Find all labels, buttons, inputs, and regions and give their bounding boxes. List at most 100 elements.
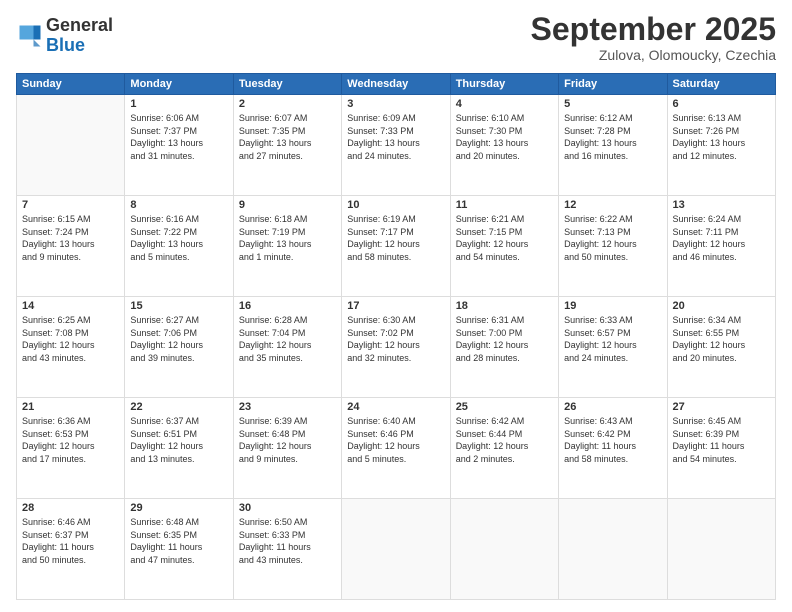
day-number: 3 <box>347 98 444 110</box>
title-block: September 2025 Zulova, Olomoucky, Czechi… <box>531 12 776 63</box>
day-number: 23 <box>239 401 336 413</box>
day-number: 21 <box>22 401 119 413</box>
calendar-cell: 8 Sunrise: 6:16 AM Sunset: 7:22 PM Daylig… <box>125 196 233 297</box>
day-info: Sunrise: 6:16 AM Sunset: 7:22 PM Dayligh… <box>130 213 227 263</box>
logo-blue-text: Blue <box>46 35 85 55</box>
calendar-table: SundayMondayTuesdayWednesdayThursdayFrid… <box>16 73 776 600</box>
calendar-cell: 22 Sunrise: 6:37 AM Sunset: 6:51 PM Dayli… <box>125 398 233 499</box>
calendar-cell: 3 Sunrise: 6:09 AM Sunset: 7:33 PM Daylig… <box>342 95 450 196</box>
logo: General Blue <box>16 16 113 56</box>
day-number: 8 <box>130 199 227 211</box>
calendar-cell: 19 Sunrise: 6:33 AM Sunset: 6:57 PM Dayli… <box>559 297 667 398</box>
calendar-cell: 30 Sunrise: 6:50 AM Sunset: 6:33 PM Dayli… <box>233 499 341 600</box>
day-info: Sunrise: 6:42 AM Sunset: 6:44 PM Dayligh… <box>456 415 553 465</box>
weekday-header-monday: Monday <box>125 74 233 95</box>
calendar-cell: 10 Sunrise: 6:19 AM Sunset: 7:17 PM Dayli… <box>342 196 450 297</box>
day-number: 4 <box>456 98 553 110</box>
day-number: 15 <box>130 300 227 312</box>
day-number: 12 <box>564 199 661 211</box>
day-info: Sunrise: 6:06 AM Sunset: 7:37 PM Dayligh… <box>130 112 227 162</box>
calendar-cell: 14Sunrise: 6:25 AM Sunset: 7:08 PM Dayli… <box>17 297 125 398</box>
day-info: Sunrise: 6:19 AM Sunset: 7:17 PM Dayligh… <box>347 213 444 263</box>
day-info: Sunrise: 6:30 AM Sunset: 7:02 PM Dayligh… <box>347 314 444 364</box>
calendar-week-3: 14Sunrise: 6:25 AM Sunset: 7:08 PM Dayli… <box>17 297 776 398</box>
day-info: Sunrise: 6:34 AM Sunset: 6:55 PM Dayligh… <box>673 314 770 364</box>
calendar-cell: 27 Sunrise: 6:45 AM Sunset: 6:39 PM Dayli… <box>667 398 775 499</box>
day-info: Sunrise: 6:10 AM Sunset: 7:30 PM Dayligh… <box>456 112 553 162</box>
day-number: 26 <box>564 401 661 413</box>
calendar-cell: 6Sunrise: 6:13 AM Sunset: 7:26 PM Daylig… <box>667 95 775 196</box>
day-number: 25 <box>456 401 553 413</box>
weekday-header-wednesday: Wednesday <box>342 74 450 95</box>
day-info: Sunrise: 6:25 AM Sunset: 7:08 PM Dayligh… <box>22 314 119 364</box>
calendar-cell <box>559 499 667 600</box>
calendar-cell: 12 Sunrise: 6:22 AM Sunset: 7:13 PM Dayli… <box>559 196 667 297</box>
calendar-cell: 9Sunrise: 6:18 AM Sunset: 7:19 PM Daylig… <box>233 196 341 297</box>
calendar-cell: 26 Sunrise: 6:43 AM Sunset: 6:42 PM Dayli… <box>559 398 667 499</box>
day-number: 7 <box>22 199 119 211</box>
day-number: 20 <box>673 300 770 312</box>
weekday-header-tuesday: Tuesday <box>233 74 341 95</box>
day-number: 16 <box>239 300 336 312</box>
day-number: 30 <box>239 502 336 514</box>
calendar-cell: 5 Sunrise: 6:12 AM Sunset: 7:28 PM Daylig… <box>559 95 667 196</box>
calendar-cell: 21Sunrise: 6:36 AM Sunset: 6:53 PM Dayli… <box>17 398 125 499</box>
day-number: 19 <box>564 300 661 312</box>
calendar-cell: 7Sunrise: 6:15 AM Sunset: 7:24 PM Daylig… <box>17 196 125 297</box>
day-info: Sunrise: 6:33 AM Sunset: 6:57 PM Dayligh… <box>564 314 661 364</box>
day-number: 6 <box>673 98 770 110</box>
location-subtitle: Zulova, Olomoucky, Czechia <box>531 47 776 63</box>
day-number: 28 <box>22 502 119 514</box>
calendar-cell: 13 Sunrise: 6:24 AM Sunset: 7:11 PM Dayli… <box>667 196 775 297</box>
calendar-cell: 28Sunrise: 6:46 AM Sunset: 6:37 PM Dayli… <box>17 499 125 600</box>
calendar-cell: 25 Sunrise: 6:42 AM Sunset: 6:44 PM Dayli… <box>450 398 558 499</box>
calendar-cell: 11Sunrise: 6:21 AM Sunset: 7:15 PM Dayli… <box>450 196 558 297</box>
calendar-cell: 18 Sunrise: 6:31 AM Sunset: 7:00 PM Dayli… <box>450 297 558 398</box>
day-info: Sunrise: 6:45 AM Sunset: 6:39 PM Dayligh… <box>673 415 770 465</box>
day-number: 27 <box>673 401 770 413</box>
day-info: Sunrise: 6:22 AM Sunset: 7:13 PM Dayligh… <box>564 213 661 263</box>
logo-icon <box>16 22 44 50</box>
day-info: Sunrise: 6:48 AM Sunset: 6:35 PM Dayligh… <box>130 516 227 566</box>
day-info: Sunrise: 6:12 AM Sunset: 7:28 PM Dayligh… <box>564 112 661 162</box>
page-container: General Blue September 2025 Zulova, Olom… <box>0 0 792 612</box>
day-info: Sunrise: 6:31 AM Sunset: 7:00 PM Dayligh… <box>456 314 553 364</box>
calendar-cell: 20 Sunrise: 6:34 AM Sunset: 6:55 PM Dayli… <box>667 297 775 398</box>
calendar-cell: 16Sunrise: 6:28 AM Sunset: 7:04 PM Dayli… <box>233 297 341 398</box>
day-number: 13 <box>673 199 770 211</box>
day-info: Sunrise: 6:18 AM Sunset: 7:19 PM Dayligh… <box>239 213 336 263</box>
calendar-week-4: 21Sunrise: 6:36 AM Sunset: 6:53 PM Dayli… <box>17 398 776 499</box>
day-info: Sunrise: 6:50 AM Sunset: 6:33 PM Dayligh… <box>239 516 336 566</box>
day-number: 1 <box>130 98 227 110</box>
day-info: Sunrise: 6:43 AM Sunset: 6:42 PM Dayligh… <box>564 415 661 465</box>
calendar-cell <box>450 499 558 600</box>
day-number: 10 <box>347 199 444 211</box>
calendar-cell: 15Sunrise: 6:27 AM Sunset: 7:06 PM Dayli… <box>125 297 233 398</box>
calendar-week-1: 1 Sunrise: 6:06 AM Sunset: 7:37 PM Daylig… <box>17 95 776 196</box>
weekday-header-thursday: Thursday <box>450 74 558 95</box>
day-number: 22 <box>130 401 227 413</box>
day-number: 24 <box>347 401 444 413</box>
calendar-cell: 17 Sunrise: 6:30 AM Sunset: 7:02 PM Dayli… <box>342 297 450 398</box>
day-info: Sunrise: 6:37 AM Sunset: 6:51 PM Dayligh… <box>130 415 227 465</box>
logo-general-text: General <box>46 15 113 35</box>
calendar-cell: 24 Sunrise: 6:40 AM Sunset: 6:46 PM Dayli… <box>342 398 450 499</box>
day-info: Sunrise: 6:07 AM Sunset: 7:35 PM Dayligh… <box>239 112 336 162</box>
day-number: 18 <box>456 300 553 312</box>
calendar-cell <box>17 95 125 196</box>
day-info: Sunrise: 6:24 AM Sunset: 7:11 PM Dayligh… <box>673 213 770 263</box>
day-number: 17 <box>347 300 444 312</box>
day-info: Sunrise: 6:40 AM Sunset: 6:46 PM Dayligh… <box>347 415 444 465</box>
day-number: 2 <box>239 98 336 110</box>
day-info: Sunrise: 6:39 AM Sunset: 6:48 PM Dayligh… <box>239 415 336 465</box>
day-number: 5 <box>564 98 661 110</box>
weekday-header-sunday: Sunday <box>17 74 125 95</box>
calendar-week-5: 28Sunrise: 6:46 AM Sunset: 6:37 PM Dayli… <box>17 499 776 600</box>
calendar-cell: 2 Sunrise: 6:07 AM Sunset: 7:35 PM Daylig… <box>233 95 341 196</box>
day-number: 11 <box>456 199 553 211</box>
weekday-header-row: SundayMondayTuesdayWednesdayThursdayFrid… <box>17 74 776 95</box>
calendar-cell <box>667 499 775 600</box>
calendar-cell: 4 Sunrise: 6:10 AM Sunset: 7:30 PM Daylig… <box>450 95 558 196</box>
day-info: Sunrise: 6:09 AM Sunset: 7:33 PM Dayligh… <box>347 112 444 162</box>
calendar-cell <box>342 499 450 600</box>
